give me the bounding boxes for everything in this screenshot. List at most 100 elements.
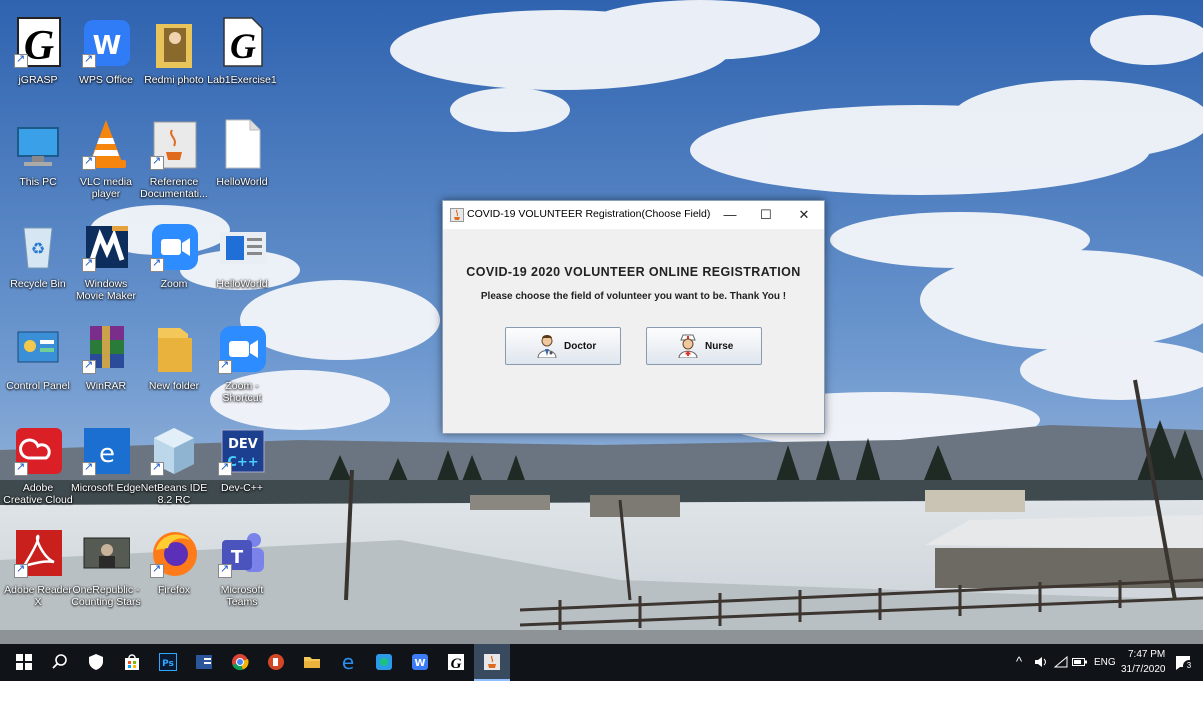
taskbar-jgrasp[interactable]: G (438, 644, 474, 681)
shield-icon (89, 654, 103, 670)
desktop-icon-vlc[interactable]: VLC media player (74, 110, 138, 214)
desktop-icon-this-pc[interactable]: This PC (6, 110, 70, 214)
svg-text:W: W (93, 31, 122, 61)
doctor-button[interactable]: Doctor (505, 327, 621, 365)
desktop-icon-reference-documentation[interactable]: Reference Documentati... (140, 110, 208, 214)
edge-icon: e (342, 653, 354, 671)
shortcut-arrow-icon (14, 562, 28, 578)
desktop-icon-wps-office[interactable]: W WPS Office (74, 8, 138, 112)
volunteer-registration-window: COVID-19 VOLUNTEER Registration(Choose F… (442, 200, 825, 434)
svg-text:e: e (342, 653, 354, 671)
taskbar-edge[interactable]: e (330, 644, 366, 681)
desktop-icon-microsoft-edge[interactable]: e Microsoft Edge (71, 416, 141, 520)
taskbar-file-explorer[interactable] (294, 644, 330, 681)
control-panel-icon (14, 322, 62, 374)
nurse-button-label: Nurse (705, 341, 734, 352)
svg-text:T: T (231, 547, 244, 568)
desktop-icon-microsoft-teams[interactable]: T Microsoft Teams (210, 518, 274, 622)
java-icon (484, 654, 500, 670)
powerpoint-icon (268, 654, 284, 670)
clock-date[interactable]: 31/7/2020 (1121, 664, 1166, 701)
taskbar-messaging[interactable] (366, 644, 402, 681)
svg-text:G: G (230, 26, 256, 66)
speaker-icon[interactable] (1034, 656, 1048, 693)
desktop-icon-adobe-reader[interactable]: Adobe Reader X (4, 518, 72, 622)
photoshop-icon: Ps (162, 659, 174, 669)
java-app-icon (450, 208, 464, 222)
desktop-icon-helloworld-doc[interactable]: HelloWorld (210, 212, 274, 316)
taskbar-java-app-active[interactable] (474, 644, 510, 681)
desktop-icon-lab1exercise1[interactable]: G Lab1Exercise1 (207, 8, 277, 112)
minimize-button[interactable]: — (712, 201, 748, 229)
shortcut-arrow-icon (14, 460, 28, 476)
shortcut-arrow-icon (150, 256, 164, 272)
desktop-icon-zoom[interactable]: Zoom (142, 212, 206, 316)
maximize-button[interactable]: ☐ (748, 201, 784, 229)
desktop-icon-firefox[interactable]: Firefox (142, 518, 206, 622)
registration-instructions: Please choose the field of volunteer you… (480, 291, 787, 302)
start-button[interactable] (6, 644, 42, 681)
taskbar-security-app[interactable] (78, 644, 114, 681)
desktop-icon-winrar[interactable]: WinRAR (74, 314, 138, 418)
jgrasp-icon: G (448, 654, 464, 671)
taskbar-store[interactable] (114, 644, 150, 681)
nurse-icon (677, 334, 699, 359)
folder-icon (150, 322, 198, 374)
chat-app-icon (376, 654, 392, 670)
desktop-icon-redmi-photo[interactable]: Redmi photo (142, 8, 206, 112)
shortcut-arrow-icon (14, 52, 28, 68)
taskbar-word[interactable] (186, 644, 222, 681)
doctor-icon (536, 334, 558, 359)
desktop-icon-new-folder[interactable]: New folder (142, 314, 206, 418)
desktop-icon-netbeans[interactable]: NetBeans IDE 8.2 RC (141, 416, 207, 520)
blank-file-icon (218, 118, 266, 170)
taskbar-wps[interactable]: W (402, 644, 438, 681)
svg-text:W: W (414, 658, 425, 669)
svg-text:♻: ♻ (31, 241, 45, 258)
store-bag-icon (125, 654, 139, 670)
shortcut-arrow-icon (82, 154, 96, 170)
svg-text:e: e (99, 439, 115, 469)
svg-text:G: G (451, 656, 462, 671)
window-title-bar[interactable]: COVID-19 VOLUNTEER Registration(Choose F… (443, 201, 824, 229)
desktop-icon-windows-movie-maker[interactable]: Windows Movie Maker (74, 212, 138, 316)
shortcut-arrow-icon (150, 562, 164, 578)
taskbar-search-button[interactable] (42, 644, 78, 681)
desktop-icon-helloworld-file[interactable]: HelloWorld (210, 110, 274, 214)
shortcut-arrow-icon (218, 358, 232, 374)
shortcut-arrow-icon (82, 52, 96, 68)
close-button[interactable]: ✕ (786, 201, 822, 229)
taskbar-powerpoint[interactable] (258, 644, 294, 681)
taskbar-photoshop[interactable]: Ps (150, 644, 186, 681)
desktop-icon-control-panel[interactable]: Control Panel (6, 314, 70, 418)
shortcut-arrow-icon (82, 460, 96, 476)
registration-heading: COVID-19 2020 VOLUNTEER ONLINE REGISTRAT… (466, 265, 801, 279)
taskbar: Ps e W G ^ ENG 7:47 PM 31/7/2020 3 (0, 644, 1203, 681)
jgrasp-file-icon: G (218, 16, 266, 68)
document-icon (218, 220, 266, 272)
shortcut-arrow-icon (218, 460, 232, 476)
desktop-icon-zoom-shortcut[interactable]: Zoom - Shortcut (210, 314, 274, 418)
window-title: COVID-19 VOLUNTEER Registration(Choose F… (467, 208, 711, 220)
video-thumbnail-icon (82, 526, 131, 578)
nurse-button[interactable]: Nurse (646, 327, 762, 365)
windows-logo-icon (16, 654, 32, 670)
battery-icon[interactable] (1072, 657, 1088, 694)
svg-text:G: G (24, 23, 54, 68)
shortcut-arrow-icon (150, 154, 164, 170)
desktop-icon-onerepublic-video[interactable]: OneRepublic - Counting Stars (71, 518, 141, 622)
notification-center-button[interactable]: 3 (1174, 654, 1196, 691)
desktop-icon-recycle-bin[interactable]: ♻ Recycle Bin (6, 212, 70, 316)
recycle-bin-icon: ♻ (14, 220, 62, 272)
doctor-button-label: Doctor (564, 341, 597, 352)
desktop-icon-jgrasp[interactable]: G jGRASP (6, 8, 70, 112)
computer-icon (14, 118, 62, 170)
language-indicator[interactable]: ENG (1094, 657, 1116, 694)
folder-photo-icon (150, 16, 198, 68)
tray-overflow-chevron[interactable]: ^ (1016, 654, 1022, 691)
wps-icon: W (412, 654, 428, 670)
taskbar-chrome[interactable] (222, 644, 258, 681)
wifi-icon[interactable] (1053, 655, 1068, 693)
desktop-icon-adobe-creative-cloud[interactable]: Adobe Creative Cloud (3, 416, 73, 520)
desktop-icon-dev-cpp[interactable]: DEVC++ Dev-C++ (210, 416, 274, 520)
